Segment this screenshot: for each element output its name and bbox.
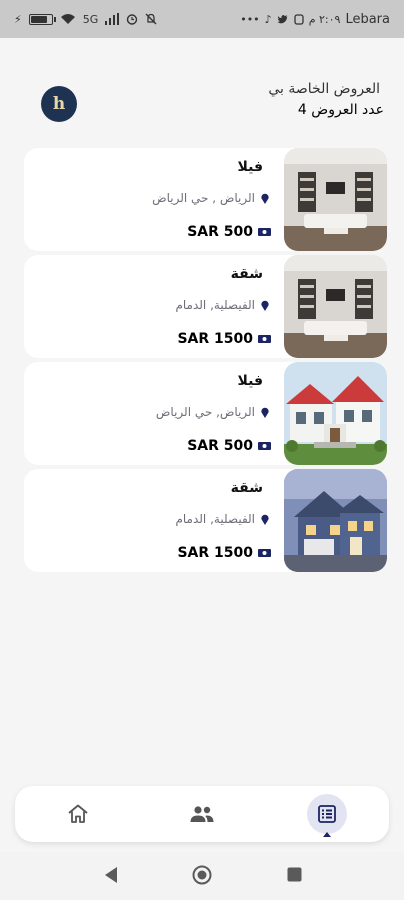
- nav-home-button[interactable]: [58, 794, 98, 834]
- nav-people-button[interactable]: [182, 794, 222, 834]
- listing-image: [284, 362, 387, 465]
- listings-list: فيلا الرياض , حي الرياض SAR 500 شقة الفي…: [24, 148, 387, 576]
- location-text: الفيصلية, الدمام: [175, 512, 255, 526]
- charging-icon: ⚡: [14, 12, 22, 26]
- listing-card[interactable]: فيلا الرياض, حي الرياض SAR 500: [24, 362, 387, 465]
- home-circle-icon[interactable]: [192, 865, 212, 885]
- listing-image: [284, 469, 387, 572]
- back-icon[interactable]: [103, 866, 119, 884]
- location-text: الرياض , حي الرياض: [152, 191, 255, 205]
- listing-title: شقة: [230, 266, 263, 282]
- page-header: h العروض الخاصة بي عدد العروض 4: [0, 80, 404, 130]
- page-title: العروض الخاصة بي: [268, 81, 380, 97]
- carrier-name: Lebara: [345, 11, 390, 27]
- listing-title: فيلا: [237, 159, 263, 175]
- system-nav-bar: [0, 852, 404, 900]
- listing-price: SAR 500: [187, 224, 271, 240]
- house-image: [284, 362, 387, 465]
- nav-list-button[interactable]: [307, 794, 347, 837]
- price-text: SAR 500: [187, 224, 253, 240]
- status-bar: ⚡ 5G ••• ♪ ٢:٠٩ م Lebara: [0, 0, 404, 38]
- listing-title: شقة: [230, 480, 263, 496]
- people-icon: [190, 806, 214, 822]
- tiktok-icon: ♪: [264, 12, 272, 26]
- recents-icon[interactable]: [287, 867, 302, 882]
- money-icon: [258, 549, 271, 557]
- signal-icon: [105, 13, 120, 25]
- location-pin-icon: [261, 300, 269, 311]
- location-text: الفيصلية, الدمام: [175, 298, 255, 312]
- listing-image: [284, 255, 387, 358]
- alarm-icon: [127, 14, 138, 25]
- interior-image: [284, 148, 387, 251]
- listing-price: SAR 1500: [177, 545, 271, 561]
- money-icon: [258, 228, 271, 236]
- status-icons-right: ••• ♪ ٢:٠٩ م Lebara: [240, 12, 390, 27]
- listing-price: SAR 500: [187, 438, 271, 454]
- twitter-icon: [277, 14, 288, 23]
- location-pin-icon: [261, 407, 269, 418]
- money-icon: [258, 335, 271, 343]
- listing-card[interactable]: شقة الفيصلية, الدمام SAR 1500: [24, 255, 387, 358]
- listing-title: فيلا: [237, 373, 263, 389]
- list-icon: [318, 805, 336, 823]
- price-text: SAR 1500: [177, 545, 253, 561]
- network-type: 5G: [82, 12, 99, 26]
- more-icon: •••: [240, 12, 260, 26]
- offers-count: عدد العروض 4: [297, 102, 384, 118]
- logo-icon: h: [52, 94, 66, 114]
- price-text: SAR 1500: [177, 331, 253, 347]
- app-logo[interactable]: h: [41, 86, 77, 122]
- app-icon: [294, 13, 304, 25]
- listing-location: الفيصلية, الدمام: [175, 512, 269, 526]
- money-icon: [258, 442, 271, 450]
- listing-card[interactable]: شقة الفيصلية, الدمام SAR 1500: [24, 469, 387, 572]
- clock-time: ٢:٠٩ م: [308, 12, 341, 26]
- bottom-nav: [15, 786, 389, 842]
- location-pin-icon: [261, 193, 269, 204]
- location-pin-icon: [261, 514, 269, 525]
- interior-image: [284, 255, 387, 358]
- wifi-icon: [60, 14, 75, 24]
- price-text: SAR 500: [187, 438, 253, 454]
- home-icon: [68, 804, 88, 823]
- listing-location: الرياض , حي الرياض: [152, 191, 269, 205]
- listing-location: الفيصلية, الدمام: [175, 298, 269, 312]
- mute-icon: [145, 13, 157, 25]
- active-indicator: [323, 832, 331, 837]
- listing-image: [284, 148, 387, 251]
- location-text: الرياض, حي الرياض: [155, 405, 255, 419]
- status-icons-left: ⚡ 5G: [14, 13, 157, 26]
- listing-price: SAR 1500: [177, 331, 271, 347]
- listing-location: الرياض, حي الرياض: [156, 405, 269, 419]
- house-image: [284, 469, 387, 572]
- battery-icon: [28, 13, 56, 25]
- listing-card[interactable]: فيلا الرياض , حي الرياض SAR 500: [24, 148, 387, 251]
